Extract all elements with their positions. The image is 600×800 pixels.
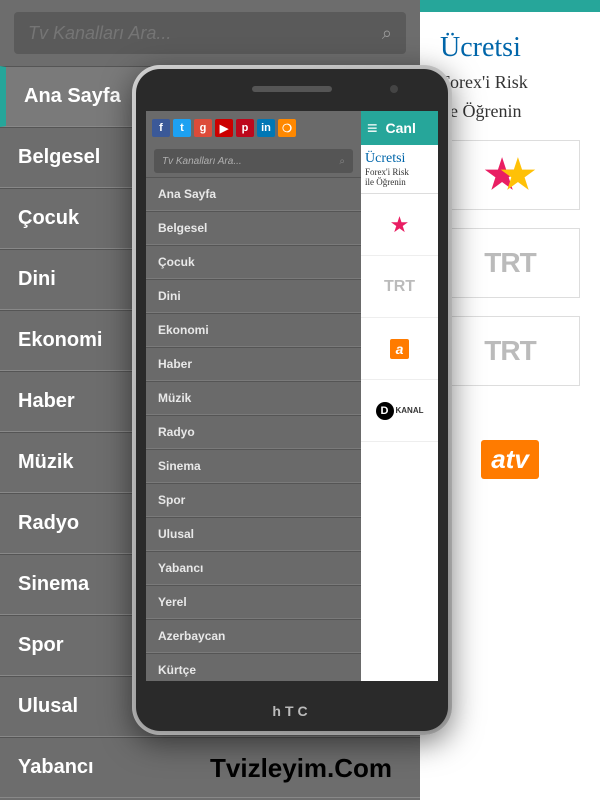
hamburger-icon[interactable]: ≡	[367, 118, 378, 139]
star-logo-icon: ★★	[484, 152, 536, 198]
trt-logo: TRT	[484, 335, 535, 367]
phone-mockup: f t g ▶ p in ❍ Tv Kanalları Ara... ⌕ Ana…	[132, 65, 452, 735]
bg-search-box[interactable]: ⌕	[14, 12, 406, 54]
search-icon: ⌕	[339, 156, 345, 167]
channel-card-trt[interactable]: TRT	[440, 316, 580, 386]
phone-screen: f t g ▶ p in ❍ Tv Kanalları Ara... ⌕ Ana…	[146, 111, 438, 681]
phone-content: ≡ Canl Ücretsi Forex'i Risk ile Öğrenin …	[361, 111, 438, 681]
promo-title: Ücretsi	[440, 32, 600, 64]
kanald-d-icon: D	[376, 402, 394, 420]
speaker-icon	[252, 86, 332, 92]
trt-logo: TRT	[384, 278, 415, 296]
search-icon: ⌕	[382, 23, 392, 44]
phone-menu-item[interactable]: Çocuk	[146, 245, 361, 279]
phone-menu-item[interactable]: Sinema	[146, 449, 361, 483]
phone-menu-item[interactable]: Azerbaycan	[146, 619, 361, 653]
channel-card-star[interactable]: ★★	[440, 140, 580, 210]
twitter-icon[interactable]: t	[173, 119, 191, 137]
phone-promo-sub: ile Öğrenin	[365, 177, 434, 187]
promo-subtitle: ile Öğrenin	[440, 101, 600, 122]
phone-channel-star[interactable]: ★	[361, 194, 438, 256]
pinterest-icon[interactable]: p	[236, 119, 254, 137]
watermark-text: Tvizleyim.Com	[210, 753, 392, 784]
phone-top-bezel	[136, 69, 448, 109]
phone-menu-item[interactable]: Yerel	[146, 585, 361, 619]
phone-menu-item[interactable]: Radyo	[146, 415, 361, 449]
phone-menu-item[interactable]: Dini	[146, 279, 361, 313]
phone-menu-item[interactable]: Müzik	[146, 381, 361, 415]
phone-body: f t g ▶ p in ❍ Tv Kanalları Ara... ⌕ Ana…	[136, 69, 448, 731]
promo-subtitle: Forex'i Risk	[440, 72, 600, 93]
phone-search-placeholder: Tv Kanalları Ara...	[162, 156, 242, 167]
linkedin-icon[interactable]: in	[257, 119, 275, 137]
phone-menu-item[interactable]: Spor	[146, 483, 361, 517]
phone-menu: Ana Sayfa Belgesel Çocuk Dini Ekonomi Ha…	[146, 177, 361, 681]
promo-block: Ücretsi Forex'i Risk ile Öğrenin	[440, 32, 600, 122]
phone-header-title: Canl	[386, 120, 416, 136]
phone-sidebar: f t g ▶ p in ❍ Tv Kanalları Ara... ⌕ Ana…	[146, 111, 361, 681]
phone-menu-item[interactable]: Haber	[146, 347, 361, 381]
kanald-text: KANAL	[396, 406, 424, 415]
phone-header: ≡ Canl	[361, 111, 438, 145]
atv-logo: atv	[481, 440, 539, 479]
phone-promo-sub: Forex'i Risk	[365, 167, 434, 177]
star-logo-icon: ★	[390, 212, 410, 238]
googleplus-icon[interactable]: g	[194, 119, 212, 137]
phone-channel-trt[interactable]: TRT	[361, 256, 438, 318]
phone-menu-item[interactable]: Belgesel	[146, 211, 361, 245]
channel-card-trt[interactable]: TRT	[440, 228, 580, 298]
phone-brand: hTC	[136, 703, 448, 719]
phone-search-box[interactable]: Tv Kanalları Ara... ⌕	[154, 149, 353, 173]
camera-icon	[390, 85, 398, 93]
phone-menu-item[interactable]: Ulusal	[146, 517, 361, 551]
phone-menu-item[interactable]: Kürtçe	[146, 653, 361, 681]
phone-menu-item[interactable]: Ana Sayfa	[146, 177, 361, 211]
trt-logo: TRT	[484, 247, 535, 279]
channel-card-atv[interactable]: atv	[440, 404, 580, 514]
atv-logo: a	[390, 339, 410, 359]
kanald-logo: D KANAL	[376, 402, 424, 420]
phone-menu-item[interactable]: Ekonomi	[146, 313, 361, 347]
facebook-icon[interactable]: f	[152, 119, 170, 137]
phone-channel-kanald[interactable]: D KANAL	[361, 380, 438, 442]
phone-channel-atv[interactable]: a	[361, 318, 438, 380]
rss-icon[interactable]: ❍	[278, 119, 296, 137]
teal-header-strip	[420, 0, 600, 12]
bg-search-input[interactable]	[28, 23, 356, 44]
phone-promo: Ücretsi Forex'i Risk ile Öğrenin	[361, 145, 438, 194]
youtube-icon[interactable]: ▶	[215, 119, 233, 137]
phone-promo-title: Ücretsi	[365, 151, 434, 167]
social-row: f t g ▶ p in ❍	[146, 111, 361, 145]
phone-menu-item[interactable]: Yabancı	[146, 551, 361, 585]
